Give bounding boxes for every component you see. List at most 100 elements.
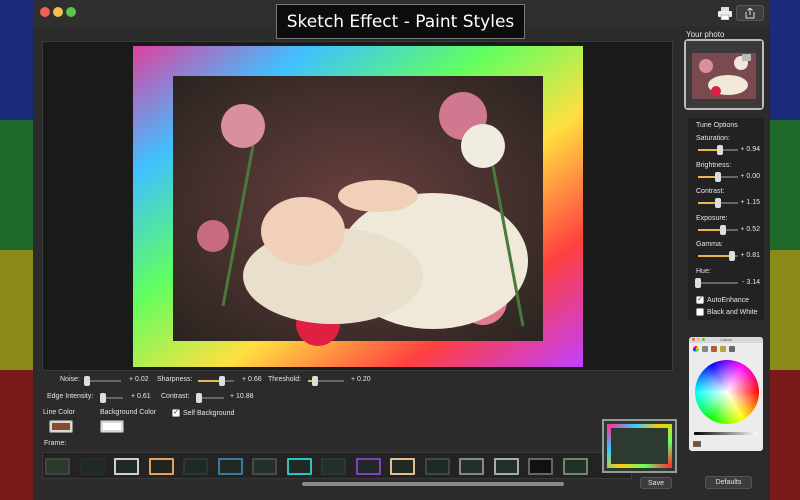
color-picker-title: Colors [720,337,732,342]
frame-scrollbar[interactable] [42,481,632,487]
hue-value: - 3.14 [742,278,760,286]
contrast-slider-knob[interactable] [195,393,202,403]
frame-thumbnail-15[interactable] [528,458,553,475]
window-title: Sketch Effect - Paint Styles [276,4,525,39]
edge-intensity-slider-knob[interactable] [100,393,107,403]
color-wheel[interactable] [695,360,759,424]
black-and-white-checkbox[interactable]: Black and White [696,308,758,316]
color-picker-toolbar [693,346,735,352]
print-button[interactable] [716,5,734,21]
photo-canvas[interactable] [42,41,673,371]
gamma-slider[interactable] [698,251,738,261]
frame-thumbnail-7[interactable] [252,458,277,475]
frame-thumbnail-8[interactable] [286,458,312,475]
close-window-button[interactable] [40,7,50,17]
brightness-slider-knob[interactable] [715,171,721,182]
frame-thumbnail-16[interactable] [562,458,588,475]
frame-scrollbar-thumb[interactable] [302,482,564,486]
contrast-slider[interactable] [195,393,224,403]
frame-thumbnail-14[interactable] [493,458,519,475]
auto-enhance-label: AutoEnhance [707,296,750,304]
edge-intensity-slider[interactable] [100,393,123,403]
line-color-well[interactable] [49,420,73,433]
contrast-slider[interactable] [698,198,738,208]
sharpness-value: + 0.66 [242,376,262,383]
hue-slider-knob[interactable] [695,277,701,288]
frame-thumbnail-1[interactable] [45,458,70,475]
auto-enhance-checkbox[interactable]: ✓ AutoEnhance [696,296,749,304]
self-background-label: Self Background [183,409,235,417]
hue-label: Hue: [696,267,711,275]
frame-selector [42,452,632,479]
sharpness-label: Sharpness: [157,376,193,383]
noise-slider-knob[interactable] [83,376,90,386]
contrast-label: Contrast: [696,188,725,195]
tune-options-panel: Tune Options Saturation: + 0.94 Brightness… [688,118,764,320]
contrast-slider-knob[interactable] [715,198,721,208]
minimize-window-button[interactable] [53,7,63,17]
crayons-mode-icon[interactable] [729,346,735,352]
contrast-value: + 10.88 [230,393,254,400]
brightness-slider[interactable] [694,432,758,435]
zoom-window-button[interactable] [66,7,76,17]
frame-thumbnail-13[interactable] [459,458,484,475]
frame-thumbnail-11[interactable] [390,458,415,475]
frame-thumbnail-6[interactable] [217,458,243,475]
gamma-label: Gamma: [696,241,723,248]
frame-thumbnail-4[interactable] [148,458,174,475]
background-color-label: Background Color [100,409,157,416]
exposure-slider[interactable] [698,224,738,235]
auto-enhance-check-icon: ✓ [696,296,704,304]
your-photo-heading: Your photo [686,30,725,39]
photo-thumbnail[interactable] [684,39,764,110]
hue-slider[interactable] [695,277,738,288]
frame-thumbnail-12[interactable] [424,458,450,475]
threshold-slider-knob[interactable] [312,376,319,386]
color-picker-panel[interactable]: Colors [689,337,763,451]
black-and-white-label: Black and White [707,308,758,316]
frame-thumbnail-10[interactable] [355,458,381,475]
contrast-value: + 1.15 [740,199,760,206]
saturation-slider-knob[interactable] [717,145,723,155]
share-icon [745,7,755,18]
palette-mode-icon[interactable] [711,346,717,352]
contrast-label: Contrast: [161,393,190,400]
share-button[interactable] [736,5,764,21]
frame-thumbnail-5[interactable] [183,458,208,475]
sliders-mode-icon[interactable] [702,346,708,352]
thumbnail-image [686,41,762,108]
image-palette-mode-icon[interactable] [720,346,726,352]
self-background-check-icon: ✓ [172,409,180,417]
app-window: Sketch Effect - Paint Styles Your photo … [33,0,770,500]
threshold-value: + 0.20 [351,376,371,383]
sharpness-slider-knob[interactable] [218,376,225,386]
threshold-slider[interactable] [308,376,344,386]
exposure-value: + 0.52 [740,225,760,233]
gamma-slider-knob[interactable] [729,251,735,261]
noise-label: Noise: [60,376,80,383]
color-wheel-mode-icon[interactable] [693,346,699,352]
saturation-value: + 0.94 [740,146,760,153]
save-button[interactable]: Save [640,477,672,489]
brightness-slider[interactable] [698,171,738,182]
frame-preview-inner [607,424,672,468]
current-color-swatch[interactable] [693,441,701,447]
saturation-slider[interactable] [698,145,738,155]
exposure-slider-knob[interactable] [719,224,726,235]
frame-thumbnail-2[interactable] [79,458,105,475]
gamma-value: + 0.81 [740,252,760,259]
self-background-checkbox[interactable]: ✓ Self Background [172,409,234,417]
frame-thumbnail-9[interactable] [321,458,346,475]
background-color-well[interactable] [100,420,124,433]
print-icon [718,6,732,20]
noise-slider[interactable] [83,376,121,386]
edge-intensity-label: Edge Intensity: [47,393,94,400]
frame-preview [602,419,677,473]
frame-thumbnail-3[interactable] [114,458,139,475]
sharpness-slider[interactable] [198,376,234,386]
line-color-swatch [52,423,70,430]
defaults-button[interactable]: Defaults [705,476,752,489]
exposure-label: Exposure: [696,214,728,222]
brightness-label: Brightness: [696,161,732,169]
line-color-label: Line Color [43,409,75,416]
